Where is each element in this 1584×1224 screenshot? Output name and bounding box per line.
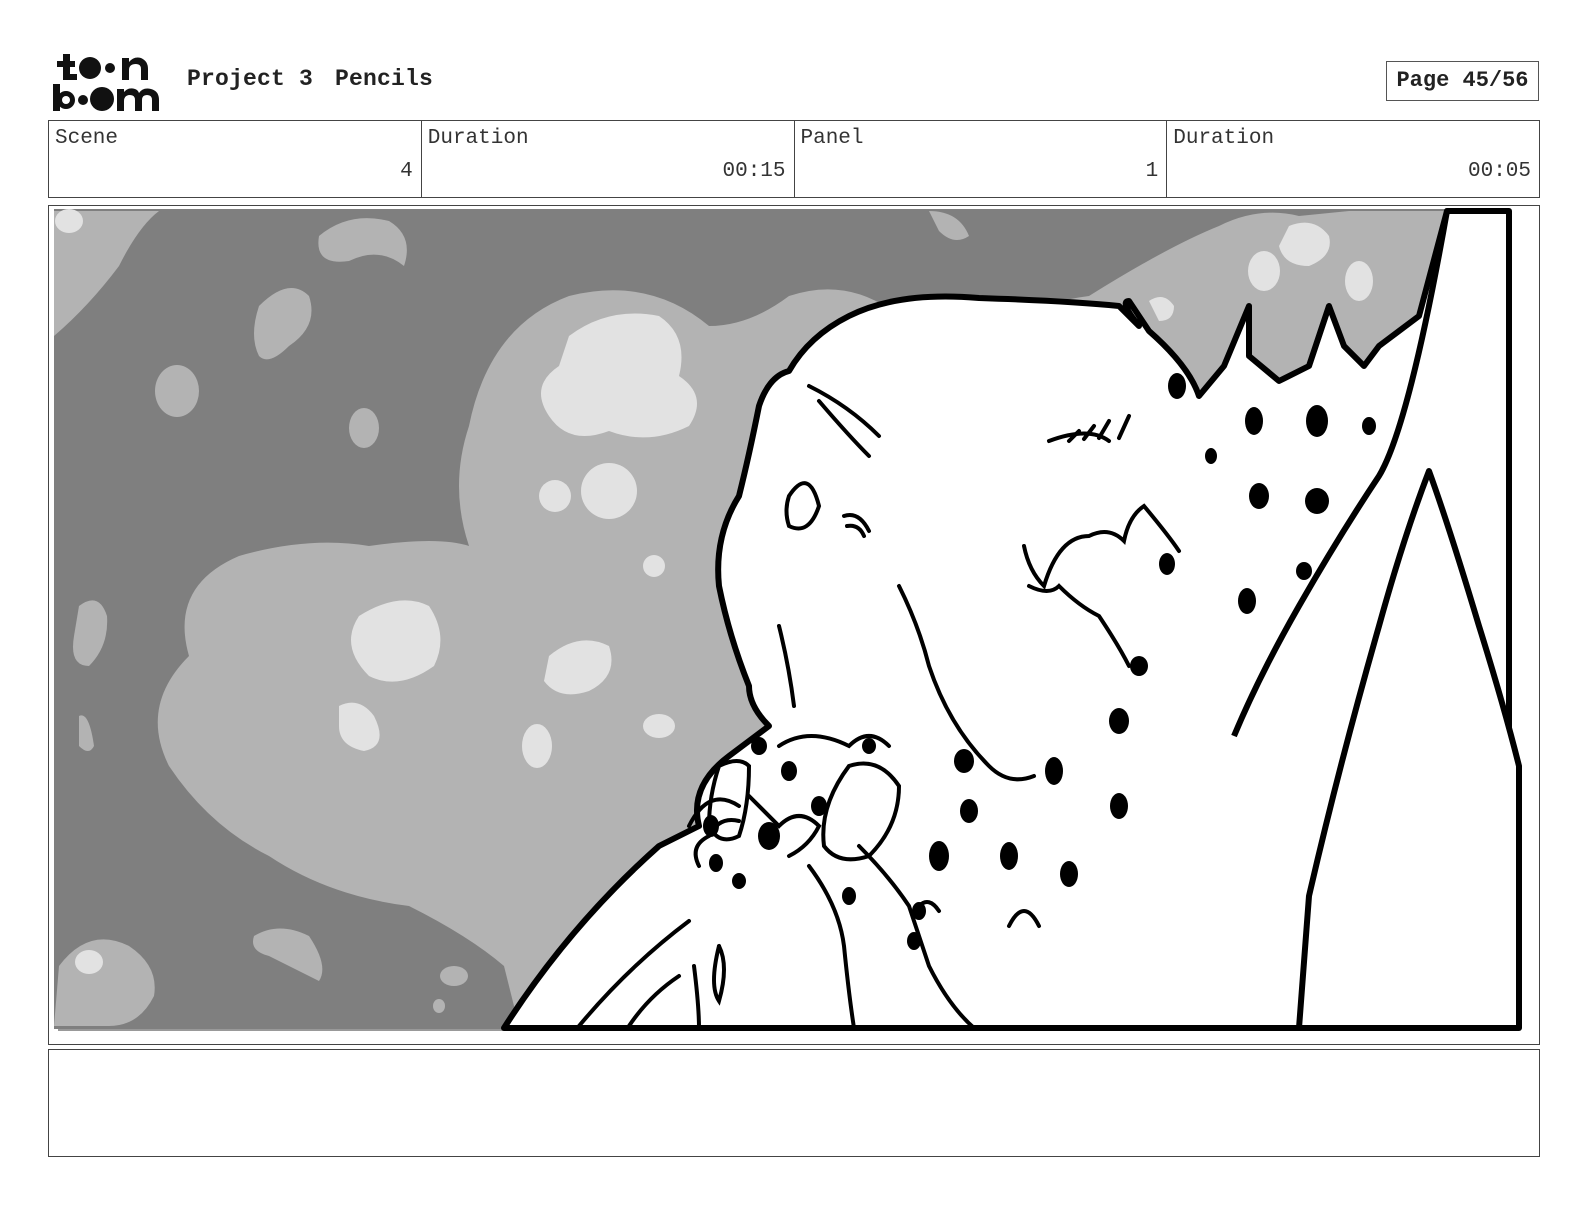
panel-notes bbox=[48, 1049, 1540, 1157]
stage-name: Pencils bbox=[335, 66, 434, 92]
page-indicator: Page 45/56 bbox=[1386, 61, 1539, 101]
panel-duration-value: 00:05 bbox=[1467, 160, 1531, 183]
scene-duration-cell: Duration 00:15 bbox=[422, 121, 795, 197]
scene-label: Scene bbox=[55, 127, 119, 150]
panel-duration-cell: Duration 00:05 bbox=[1167, 121, 1539, 197]
toon-boom-logo bbox=[53, 54, 159, 111]
panel-value: 1 bbox=[1145, 160, 1159, 183]
panel-drawing bbox=[54, 208, 1522, 1031]
project-name: Project 3 bbox=[187, 66, 314, 92]
scene-duration-label: Duration bbox=[427, 127, 529, 150]
panel-label: Panel bbox=[800, 127, 864, 150]
project-title: Project 3 Pencils bbox=[187, 66, 455, 92]
panel-cell: Panel 1 bbox=[795, 121, 1168, 197]
storyboard-panel bbox=[48, 205, 1540, 1045]
scene-value: 4 bbox=[400, 160, 413, 183]
scene-info-bar: Scene 4 Duration 00:15 Panel 1 Duration … bbox=[48, 120, 1540, 198]
panel-duration-label: Duration bbox=[1173, 127, 1275, 150]
scene-cell: Scene 4 bbox=[49, 121, 422, 197]
scene-duration-value: 00:15 bbox=[722, 160, 786, 183]
